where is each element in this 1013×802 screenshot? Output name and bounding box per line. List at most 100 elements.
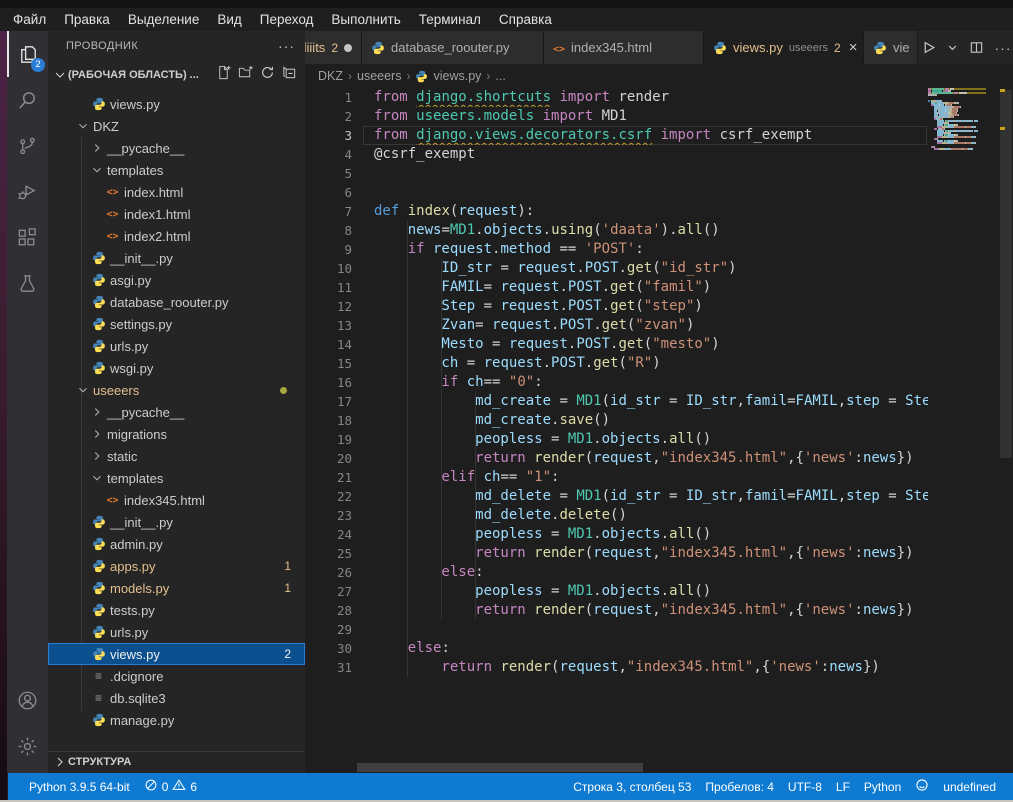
code-line-26[interactable]: 26 else:: [305, 563, 928, 582]
code-line-20[interactable]: 20 return render(request,"index345.html"…: [305, 449, 928, 468]
run-debug-icon[interactable]: [7, 169, 48, 215]
code-line-21[interactable]: 21 elif ch== "1":: [305, 468, 928, 487]
tree-item-views.py[interactable]: views.py2: [48, 643, 305, 665]
status-python-version[interactable]: Python 3.9.5 64-bit: [22, 773, 137, 800]
tree-item-manage.py[interactable]: manage.py: [48, 709, 305, 731]
code-line-23[interactable]: 23 md_delete.delete(): [305, 506, 928, 525]
breadcrumb-item[interactable]: DKZ: [318, 69, 343, 83]
tree-item-__init__.py[interactable]: __init__.py: [48, 511, 305, 533]
code-line-27[interactable]: 27 peopless = MD1.objects.all(): [305, 582, 928, 601]
horizontal-scrollbar[interactable]: [357, 763, 643, 772]
menu-item[interactable]: Вид: [208, 8, 250, 31]
collapse-all-icon[interactable]: [282, 65, 297, 85]
code-line-22[interactable]: 22 md_delete = MD1(id_str = ID_str,famil…: [305, 487, 928, 506]
menu-item[interactable]: Правка: [55, 8, 119, 31]
breadcrumb-item[interactable]: ...: [495, 69, 505, 83]
menu-item[interactable]: Выделение: [119, 8, 209, 31]
code-line-5[interactable]: 5: [305, 164, 928, 183]
tab-vie[interactable]: vie: [864, 31, 918, 64]
code-line-18[interactable]: 18 md_create.save(): [305, 411, 928, 430]
refresh-icon[interactable]: [260, 65, 275, 85]
split-editor-icon[interactable]: [966, 37, 986, 59]
status-eol[interactable]: LF: [829, 773, 857, 800]
code-line-6[interactable]: 6: [305, 183, 928, 202]
tree-item-useeers[interactable]: useeers: [48, 379, 305, 401]
extensions-icon[interactable]: [7, 215, 48, 261]
status-notifications-icon[interactable]: undefined: [936, 773, 1003, 800]
code-line-7[interactable]: 7def index(request):: [305, 202, 928, 221]
tree-item-views.py[interactable]: views.py: [48, 93, 305, 115]
workspace-section-header[interactable]: (РАБОЧАЯ ОБЛАСТЬ) ...: [48, 61, 305, 88]
tree-item-apps.py[interactable]: apps.py1: [48, 555, 305, 577]
tree-item-migrations[interactable]: migrations: [48, 423, 305, 445]
tree-item-settings.py[interactable]: settings.py: [48, 313, 305, 335]
code-line-8[interactable]: 8 news=MD1.objects.using('daata').all(): [305, 221, 928, 240]
run-dropdown-icon[interactable]: [942, 37, 962, 59]
code-line-16[interactable]: 16 if ch== "0":: [305, 373, 928, 392]
tree-item-__pycache__[interactable]: __pycache__: [48, 401, 305, 423]
code-line-17[interactable]: 17 md_create = MD1(id_str = ID_str,famil…: [305, 392, 928, 411]
breadcrumb-item[interactable]: views.py: [433, 69, 481, 83]
code-line-3[interactable]: 3from django.views.decorators.csrf impor…: [305, 126, 928, 145]
tree-item-asgi.py[interactable]: asgi.py: [48, 269, 305, 291]
new-folder-icon[interactable]: [238, 65, 253, 85]
code-line-10[interactable]: 10 ID_str = request.POST.get("id_str"): [305, 259, 928, 278]
tree-item-index345.html[interactable]: <>index345.html: [48, 489, 305, 511]
more-actions-icon[interactable]: ···: [278, 38, 295, 54]
menu-item[interactable]: Терминал: [410, 8, 490, 31]
tab-index345.html[interactable]: <>index345.html: [544, 31, 704, 64]
code-line-2[interactable]: 2from useeers.models import MD1: [305, 107, 928, 126]
tree-item-index2.html[interactable]: <>index2.html: [48, 225, 305, 247]
code-line-19[interactable]: 19 peopless = MD1.objects.all(): [305, 430, 928, 449]
tree-item-models.py[interactable]: models.py1: [48, 577, 305, 599]
breadcrumb[interactable]: DKZ›useeers›views.py›...: [305, 64, 1013, 88]
tree-item-static[interactable]: static: [48, 445, 305, 467]
new-file-icon[interactable]: [216, 65, 231, 85]
menu-item[interactable]: Выполнить: [322, 8, 409, 31]
status-problems[interactable]: 06: [137, 773, 204, 800]
code-line-13[interactable]: 13 Zvan= request.POST.get("zvan"): [305, 316, 928, 335]
tree-item-urls.py[interactable]: urls.py: [48, 621, 305, 643]
code-line-30[interactable]: 30 else:: [305, 639, 928, 658]
code-line-29[interactable]: 29: [305, 620, 928, 639]
tree-item-urls.py[interactable]: urls.py: [48, 335, 305, 357]
tree-item-db.sqlite3[interactable]: ≡db.sqlite3: [48, 687, 305, 709]
status-cursor-position[interactable]: Строка 3, столбец 53: [566, 773, 698, 800]
menu-item[interactable]: Переход: [251, 8, 323, 31]
code-line-15[interactable]: 15 ch = request.POST.get("R"): [305, 354, 928, 373]
tree-item-tests.py[interactable]: tests.py: [48, 599, 305, 621]
menu-item[interactable]: Справка: [490, 8, 561, 31]
code-line-14[interactable]: 14 Mesto = request.POST.get("mesto"): [305, 335, 928, 354]
code-editor[interactable]: 1from django.shortcuts import render2fro…: [305, 88, 1013, 773]
tab-views.py[interactable]: views.pyuseeers2×: [704, 31, 864, 64]
tree-item-admin.py[interactable]: admin.py: [48, 533, 305, 555]
code-line-1[interactable]: 1from django.shortcuts import render: [305, 88, 928, 107]
tree-item-.dcignore[interactable]: ≡.dcignore: [48, 665, 305, 687]
code-line-12[interactable]: 12 Step = request.POST.get("step"): [305, 297, 928, 316]
code-line-24[interactable]: 24 peopless = MD1.objects.all(): [305, 525, 928, 544]
settings-icon[interactable]: [7, 723, 48, 769]
minimap[interactable]: [928, 88, 1000, 208]
tree-item-index1.html[interactable]: <>index1.html: [48, 203, 305, 225]
code-line-25[interactable]: 25 return render(request,"index345.html"…: [305, 544, 928, 563]
tree-item-__init__.py[interactable]: __init__.py: [48, 247, 305, 269]
source-control-icon[interactable]: [7, 123, 48, 169]
search-icon[interactable]: [7, 77, 48, 123]
breadcrumb-item[interactable]: useeers: [357, 69, 401, 83]
tree-item-__pycache__[interactable]: __pycache__: [48, 137, 305, 159]
code-line-31[interactable]: 31 return render(request,"index345.html"…: [305, 658, 928, 677]
testing-icon[interactable]: [7, 261, 48, 307]
status-feedback-icon[interactable]: [908, 773, 936, 800]
code-line-11[interactable]: 11 FAMIL= request.POST.get("famil"): [305, 278, 928, 297]
tree-item-templates[interactable]: templates: [48, 159, 305, 181]
tree-item-index.html[interactable]: <>index.html: [48, 181, 305, 203]
tab-diiits[interactable]: diiits2: [305, 31, 362, 64]
status-indentation[interactable]: Пробелов: 4: [698, 773, 781, 800]
explorer-icon[interactable]: 2: [7, 31, 48, 77]
status-encoding[interactable]: UTF-8: [781, 773, 829, 800]
code-line-9[interactable]: 9 if request.method == 'POST':: [305, 240, 928, 259]
tree-item-templates[interactable]: templates: [48, 467, 305, 489]
vertical-scrollbar[interactable]: [1000, 90, 1012, 458]
tree-item-database_roouter.py[interactable]: database_roouter.py: [48, 291, 305, 313]
tree-item-DKZ[interactable]: DKZ: [48, 115, 305, 137]
